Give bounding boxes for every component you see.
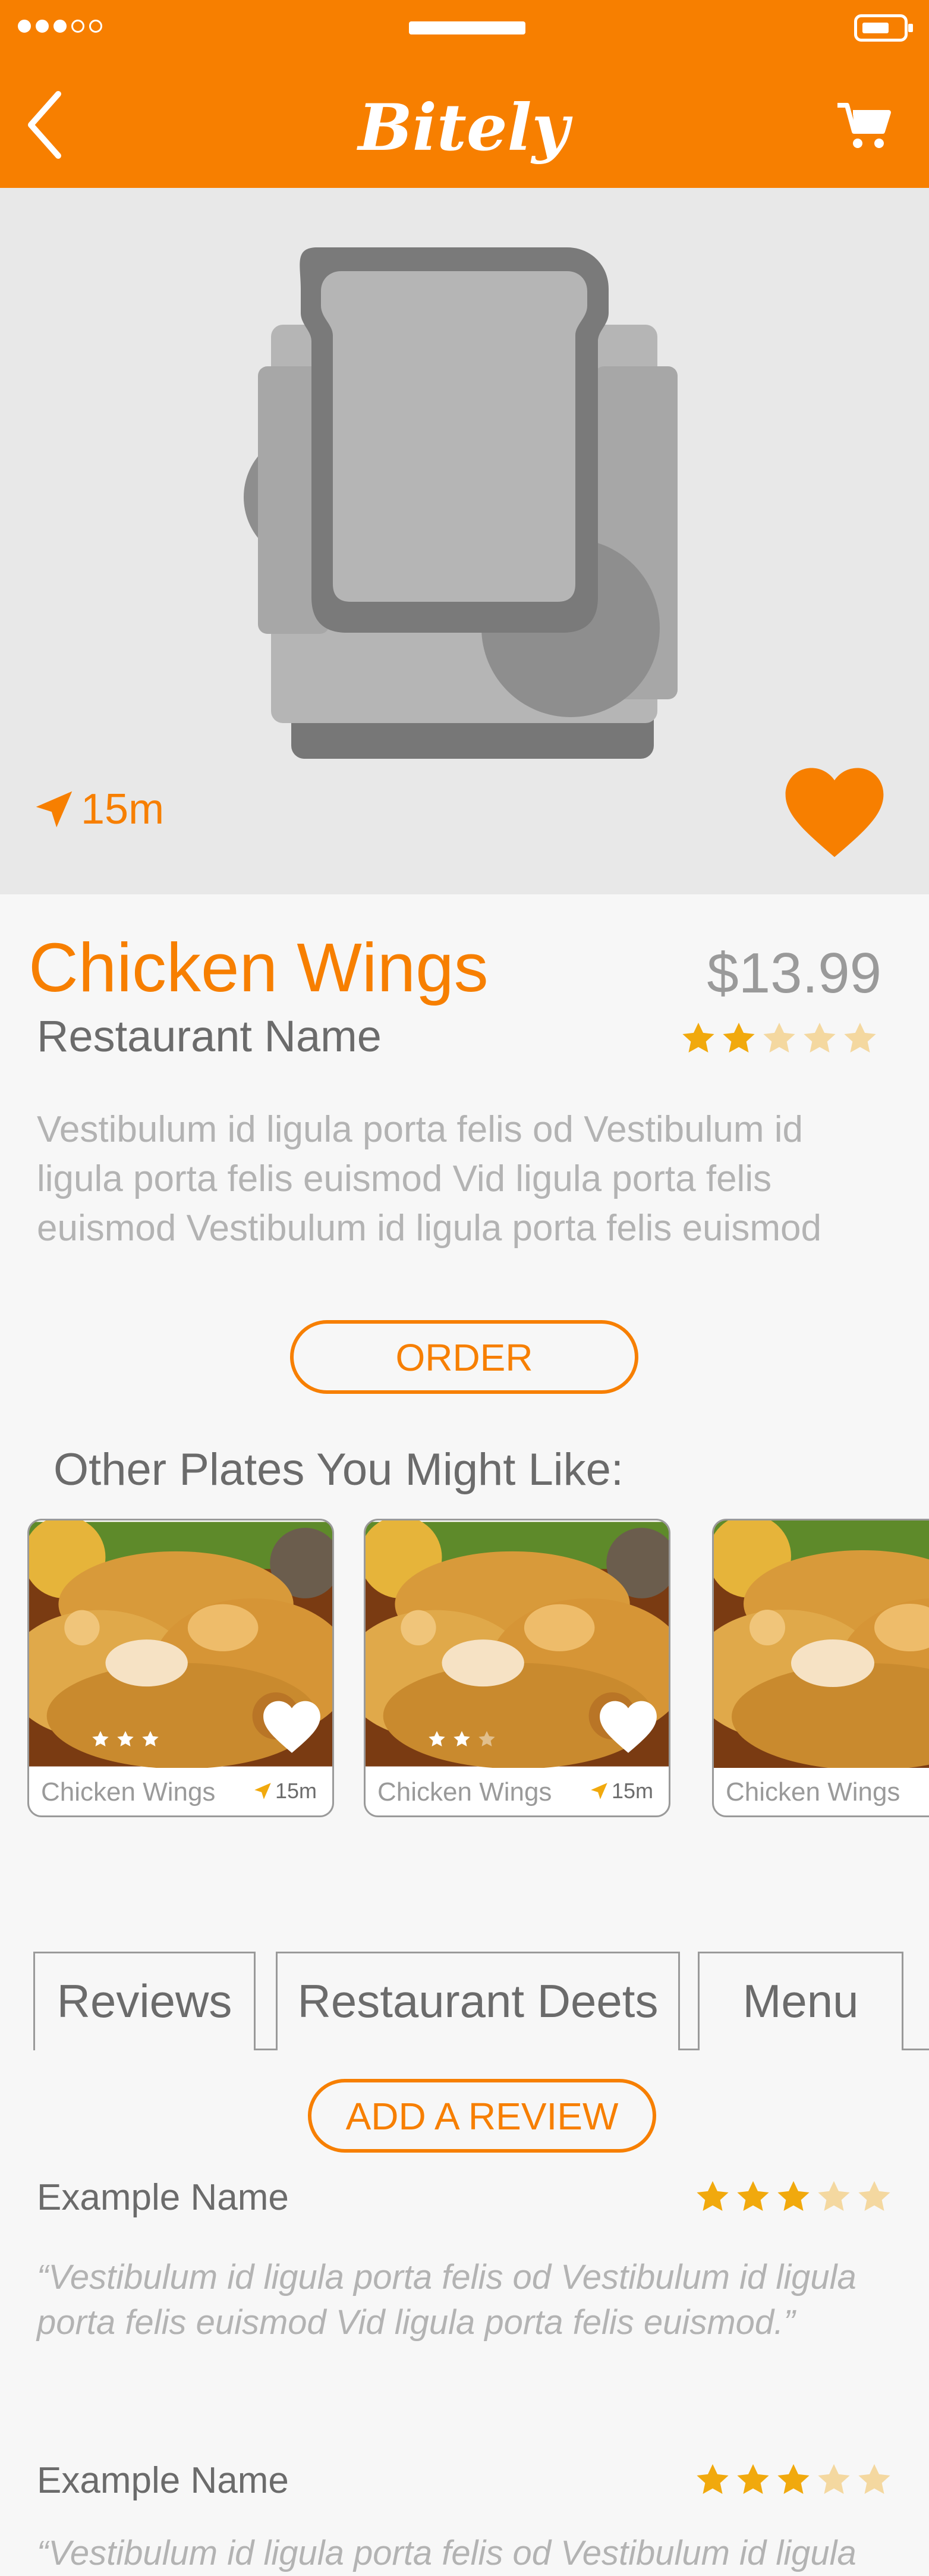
add-review-button[interactable]: ADD A REVIEW bbox=[308, 2079, 656, 2153]
app-logo: Bitely bbox=[358, 90, 569, 165]
cart-icon[interactable] bbox=[835, 98, 892, 155]
plate-name: Chicken Wings bbox=[41, 1777, 216, 1807]
star-icon bbox=[842, 1020, 878, 1057]
order-button[interactable]: ORDER bbox=[290, 1320, 638, 1394]
plate-distance: 15m bbox=[254, 1779, 317, 1804]
dish-name: Chicken Wings bbox=[29, 929, 489, 1006]
review-text: “Vestibulum id ligula porta felis od Ves… bbox=[37, 2258, 856, 2342]
plate-card[interactable]: Chicken Wings 15m bbox=[364, 1519, 670, 1817]
heart-icon[interactable] bbox=[262, 1699, 322, 1755]
restaurant-name[interactable]: Restaurant Name bbox=[37, 1011, 382, 1061]
star-icon bbox=[452, 1730, 471, 1749]
dish-price: $13.99 bbox=[707, 941, 881, 1005]
food-placeholder-icon bbox=[244, 247, 678, 759]
review-rating bbox=[694, 2462, 893, 2499]
distance-label: 15m bbox=[81, 786, 165, 833]
star-icon bbox=[775, 2462, 812, 2499]
star-icon bbox=[477, 1730, 496, 1749]
heart-icon[interactable] bbox=[783, 765, 886, 860]
dish-image-placeholder: 15m bbox=[0, 188, 929, 894]
plate-card[interactable]: Chicken Wings bbox=[712, 1519, 929, 1817]
tab-menu[interactable]: Menu bbox=[698, 1952, 903, 2050]
heart-icon[interactable] bbox=[599, 1699, 658, 1755]
star-icon bbox=[801, 1020, 838, 1057]
signal-indicator bbox=[18, 20, 102, 33]
star-icon bbox=[815, 2179, 852, 2216]
star-icon bbox=[735, 2179, 771, 2216]
star-icon bbox=[735, 2462, 771, 2499]
star-icon bbox=[116, 1730, 135, 1749]
star-icon bbox=[694, 2462, 731, 2499]
star-icon bbox=[856, 2462, 893, 2499]
star-icon bbox=[775, 2179, 812, 2216]
reviewer-name: Example Name bbox=[37, 2177, 289, 2218]
speaker-notch bbox=[409, 21, 525, 34]
chevron-left-icon[interactable] bbox=[24, 89, 65, 161]
star-icon bbox=[720, 1020, 757, 1057]
plate-rating bbox=[91, 1730, 160, 1749]
plate-rating bbox=[427, 1730, 496, 1749]
navigation-arrow-icon bbox=[590, 1782, 608, 1800]
reviewer-name: Example Name bbox=[37, 2460, 289, 2501]
review-rating bbox=[694, 2179, 893, 2216]
tab-restaurant-deets[interactable]: Restaurant Deets bbox=[276, 1952, 680, 2050]
star-icon bbox=[694, 2179, 731, 2216]
battery-icon bbox=[854, 14, 913, 42]
distance-indicator: 15m bbox=[34, 785, 164, 834]
star-icon bbox=[91, 1730, 110, 1749]
dish-rating bbox=[680, 1020, 878, 1057]
detail-tabs: Reviews Restaurant Deets Menu bbox=[33, 1952, 929, 2050]
star-icon bbox=[680, 1020, 717, 1057]
star-icon bbox=[815, 2462, 852, 2499]
tab-reviews[interactable]: Reviews bbox=[33, 1952, 256, 2050]
star-icon bbox=[761, 1020, 798, 1057]
app-header: Bitely bbox=[0, 0, 929, 188]
star-icon bbox=[141, 1730, 160, 1749]
section-title-other-plates: Other Plates You Might Like: bbox=[53, 1444, 624, 1495]
plate-name: Chicken Wings bbox=[377, 1777, 552, 1807]
review-text: “Vestibulum id ligula porta felis od Ves… bbox=[37, 2534, 856, 2572]
star-icon bbox=[427, 1730, 446, 1749]
star-icon bbox=[856, 2179, 893, 2216]
plate-name: Chicken Wings bbox=[726, 1777, 900, 1807]
navigation-arrow-icon bbox=[34, 790, 74, 829]
navigation-arrow-icon bbox=[254, 1782, 272, 1800]
dish-description: Vestibulum id ligula porta felis od Vest… bbox=[37, 1109, 821, 1249]
plate-distance: 15m bbox=[590, 1779, 653, 1804]
plate-card[interactable]: Chicken Wings 15m bbox=[27, 1519, 334, 1817]
plate-photo bbox=[714, 1521, 929, 1768]
